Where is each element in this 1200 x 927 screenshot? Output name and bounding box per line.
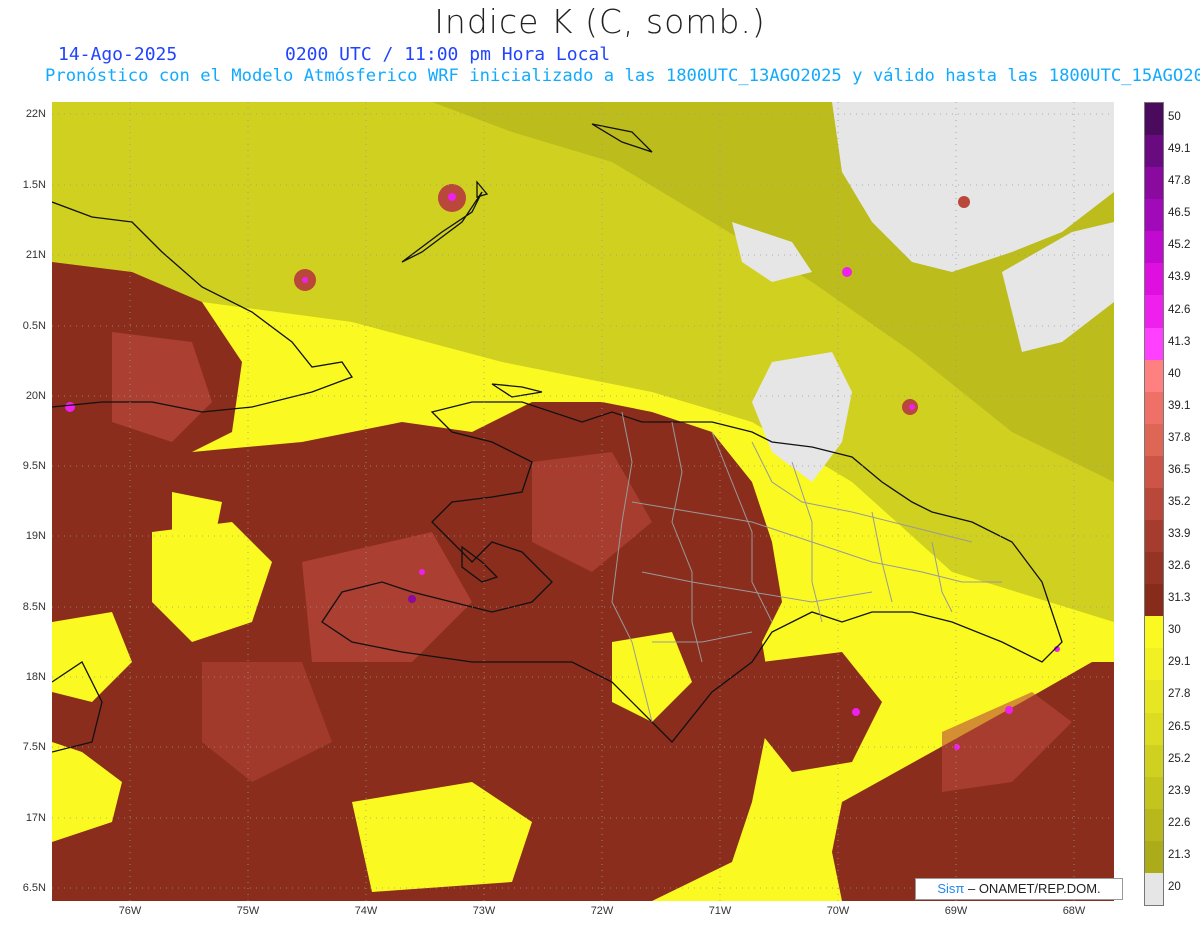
colorbar-label: 30 bbox=[1168, 624, 1181, 637]
lon-label: 68W bbox=[1062, 905, 1086, 917]
colorbar-label: 32.6 bbox=[1168, 560, 1191, 573]
colorbar-label: 37.8 bbox=[1168, 431, 1191, 444]
colorbar-segment bbox=[1145, 103, 1163, 136]
colorbar-segment bbox=[1145, 616, 1163, 649]
colorbar-label: 23.9 bbox=[1168, 784, 1191, 797]
colorbar-label: 27.8 bbox=[1168, 688, 1191, 701]
colorbar-segment bbox=[1145, 840, 1163, 874]
lat-label: 17N bbox=[25, 812, 46, 824]
colorbar-label: 49.1 bbox=[1168, 143, 1191, 156]
lon-label: 73W bbox=[472, 905, 496, 917]
colorbar-segment bbox=[1145, 455, 1163, 489]
colorbar-segment bbox=[1145, 263, 1163, 296]
colorbar-label: 45.2 bbox=[1168, 239, 1191, 252]
lat-label: 19N bbox=[25, 530, 46, 542]
lat-label: 0.5N bbox=[22, 320, 46, 332]
lat-label: 8.5N bbox=[22, 601, 46, 613]
colorbar-segment bbox=[1145, 712, 1163, 746]
colorbar-segment bbox=[1145, 359, 1163, 393]
model-subtitle: Pronóstico con el Modelo Atmósferico WRF… bbox=[45, 66, 1200, 86]
colorbar-label: 46.5 bbox=[1168, 207, 1191, 220]
k-index-field bbox=[52, 102, 1114, 901]
credit-badge: Sisπ – ONAMET/REP.DOM. bbox=[915, 878, 1123, 900]
lon-label: 69W bbox=[944, 905, 968, 917]
colorbar-segment bbox=[1145, 552, 1163, 585]
colorbar-segment bbox=[1145, 423, 1163, 457]
colorbar-label: 39.1 bbox=[1168, 399, 1191, 412]
colorbar-label: 33.9 bbox=[1168, 528, 1191, 541]
lat-label: 9.5N bbox=[22, 460, 46, 472]
k-index-map bbox=[52, 102, 1114, 901]
colorbar-segment bbox=[1145, 391, 1163, 425]
lon-label: 70W bbox=[826, 905, 850, 917]
colorbar-label: 20 bbox=[1168, 880, 1181, 893]
colorbar-label: 29.1 bbox=[1168, 656, 1191, 669]
lat-label: 7.5N bbox=[22, 741, 46, 753]
colorbar-label: 21.3 bbox=[1168, 848, 1191, 861]
colorbar-label: 43.9 bbox=[1168, 271, 1191, 284]
colorbar-label: 25.2 bbox=[1168, 752, 1191, 765]
lat-label: 18N bbox=[25, 671, 46, 683]
colorbar-segment bbox=[1145, 231, 1163, 264]
credit-brand: Sisπ bbox=[937, 881, 965, 896]
lat-label: 1.5N bbox=[22, 179, 46, 191]
colorbar bbox=[1144, 102, 1164, 906]
map-title: Indice K (C, somb.) bbox=[434, 2, 766, 41]
colorbar-segment bbox=[1145, 584, 1163, 617]
colorbar-label: 26.5 bbox=[1168, 720, 1191, 733]
lon-label: 74W bbox=[354, 905, 378, 917]
colorbar-label: 36.5 bbox=[1168, 463, 1191, 476]
credit-text: – ONAMET/REP.DOM. bbox=[964, 881, 1101, 896]
lat-label: 20N bbox=[25, 390, 46, 402]
colorbar-label: 35.2 bbox=[1168, 496, 1191, 508]
colorbar-segment bbox=[1145, 199, 1163, 232]
lat-label: 6.5N bbox=[22, 882, 46, 894]
colorbar-label: 42.6 bbox=[1168, 303, 1191, 316]
lon-label: 75W bbox=[236, 905, 260, 917]
colorbar-segment bbox=[1145, 487, 1163, 521]
colorbar-label: 22.6 bbox=[1168, 816, 1191, 829]
colorbar-segment bbox=[1145, 520, 1163, 553]
colorbar-segment bbox=[1145, 295, 1163, 329]
colorbar-segment bbox=[1145, 776, 1163, 810]
forecast-time: 0200 UTC / 11:00 pm Hora Local bbox=[285, 44, 611, 65]
colorbar-label: 31.3 bbox=[1168, 592, 1191, 605]
colorbar-segment bbox=[1145, 648, 1163, 681]
colorbar-label: 50 bbox=[1168, 111, 1181, 124]
lon-label: 76W bbox=[118, 905, 142, 917]
colorbar-segment bbox=[1145, 744, 1163, 778]
colorbar-segment bbox=[1145, 680, 1163, 714]
colorbar-label: 47.8 bbox=[1168, 175, 1191, 188]
colorbar-label: 40 bbox=[1168, 367, 1181, 380]
colorbar-segment bbox=[1145, 135, 1163, 168]
lat-label: 21N bbox=[25, 249, 46, 261]
colorbar-segment bbox=[1145, 808, 1163, 842]
lon-label: 71W bbox=[708, 905, 732, 917]
colorbar-segment bbox=[1145, 327, 1163, 361]
lon-label: 72W bbox=[590, 905, 614, 917]
forecast-date: 14-Ago-2025 bbox=[58, 44, 178, 65]
colorbar-segment bbox=[1145, 872, 1163, 906]
lat-label: 22N bbox=[25, 108, 46, 120]
colorbar-label: 41.3 bbox=[1168, 335, 1191, 348]
colorbar-segment bbox=[1145, 167, 1163, 200]
